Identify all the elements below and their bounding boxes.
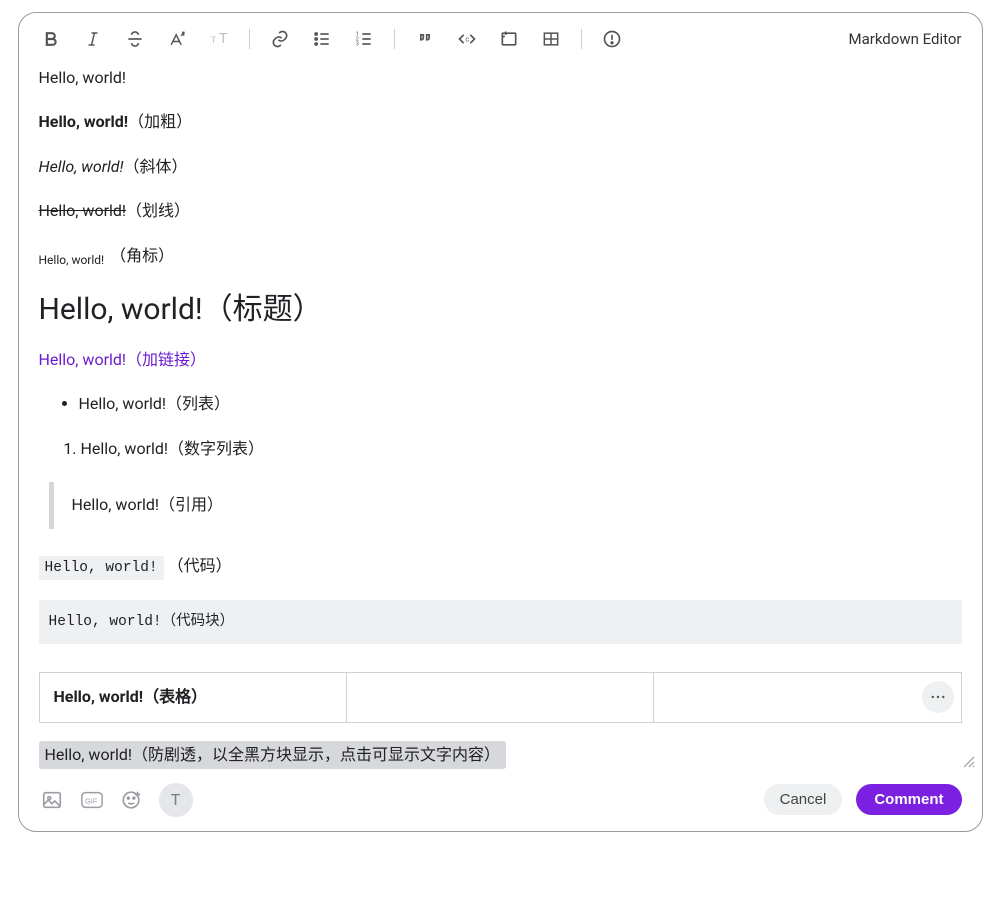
line-inline-code: Hello, world! （代码）: [39, 555, 962, 578]
table-row: Hello, world!（表格）: [39, 673, 961, 722]
italic-text: Hello, world!: [39, 157, 124, 176]
bullet-list: Hello, world!（列表）: [39, 393, 962, 415]
bold-annot: （加粗）: [128, 112, 192, 131]
number-list-icon[interactable]: 123: [352, 27, 376, 51]
comment-button[interactable]: Comment: [856, 784, 961, 815]
line-plain: Hello, world!: [39, 67, 962, 89]
code-icon[interactable]: c: [455, 27, 479, 51]
bold-text: Hello, world!: [39, 112, 129, 131]
toolbar-separator: [581, 29, 582, 49]
toolbar: TT 123 c Markdown Editor: [37, 27, 964, 57]
table-header-cell[interactable]: [654, 673, 961, 722]
line-strike: Hello, world!（划线）: [39, 200, 962, 222]
editor-content[interactable]: Hello, world! Hello, world!（加粗） Hello, w…: [37, 57, 964, 777]
link-icon[interactable]: [268, 27, 292, 51]
table[interactable]: Hello, world!（表格）: [39, 672, 962, 722]
gif-icon[interactable]: GIF: [79, 787, 105, 813]
quote-icon[interactable]: [413, 27, 437, 51]
list-item: Hello, world!（数字列表）: [81, 438, 962, 460]
table-more-button[interactable]: [922, 681, 954, 713]
bold-icon[interactable]: [39, 27, 63, 51]
svg-text:c: c: [465, 35, 469, 44]
svg-text:T: T: [210, 36, 216, 46]
sup-annot: （角标）: [110, 245, 174, 267]
table-header-cell[interactable]: Hello, world!（表格）: [39, 673, 346, 722]
link-text[interactable]: Hello, world!（加链接）: [39, 349, 962, 371]
heading-icon[interactable]: TT: [207, 27, 231, 51]
resize-handle-icon[interactable]: [962, 754, 976, 773]
quote-text: Hello, world!（引用）: [72, 495, 224, 514]
editor-mode-toggle[interactable]: Markdown Editor: [849, 30, 962, 48]
svg-text:GIF: GIF: [85, 797, 98, 806]
heading-text: Hello, world!（标题）: [39, 289, 962, 331]
italic-icon[interactable]: [81, 27, 105, 51]
sup-text: Hello, world!: [39, 252, 105, 269]
codeblock-icon[interactable]: [497, 27, 521, 51]
inline-code: Hello, world!: [39, 556, 164, 580]
italic-annot: （斜体）: [123, 157, 187, 176]
number-list: Hello, world!（数字列表）: [39, 438, 962, 460]
strike-text: Hello, world!: [39, 201, 127, 220]
editor-footer: GIF T Cancel Comment: [37, 777, 964, 817]
spoiler-icon[interactable]: [600, 27, 624, 51]
editor-container: TT 123 c Markdown Editor Hello,: [18, 12, 983, 832]
svg-text:T: T: [219, 31, 228, 47]
table-wrap: Hello, world!（表格）: [39, 672, 962, 722]
cancel-button[interactable]: Cancel: [764, 784, 843, 815]
table-header-cell[interactable]: [346, 673, 653, 722]
table-icon[interactable]: [539, 27, 563, 51]
line-bold: Hello, world!（加粗）: [39, 111, 962, 133]
avatar[interactable]: T: [159, 783, 193, 817]
emoji-icon[interactable]: [119, 787, 145, 813]
inline-code-annot: （代码）: [168, 556, 232, 575]
code-block: Hello, world!（代码块）: [39, 600, 962, 644]
spoiler-text[interactable]: Hello, world!（防剧透，以全黑方块显示，点击可显示文字内容）: [39, 741, 507, 769]
strike-annot: （划线）: [126, 201, 190, 220]
toolbar-separator: [394, 29, 395, 49]
bullet-list-icon[interactable]: [310, 27, 334, 51]
line-superscript: Hello, world! （角标）: [39, 245, 962, 267]
line-italic: Hello, world!（斜体）: [39, 156, 962, 178]
strikethrough-icon[interactable]: [123, 27, 147, 51]
image-icon[interactable]: [39, 787, 65, 813]
list-item: Hello, world!（列表）: [79, 393, 962, 415]
svg-text:3: 3: [355, 42, 358, 48]
toolbar-separator: [249, 29, 250, 49]
blockquote: Hello, world!（引用）: [49, 482, 962, 528]
superscript-icon[interactable]: [165, 27, 189, 51]
